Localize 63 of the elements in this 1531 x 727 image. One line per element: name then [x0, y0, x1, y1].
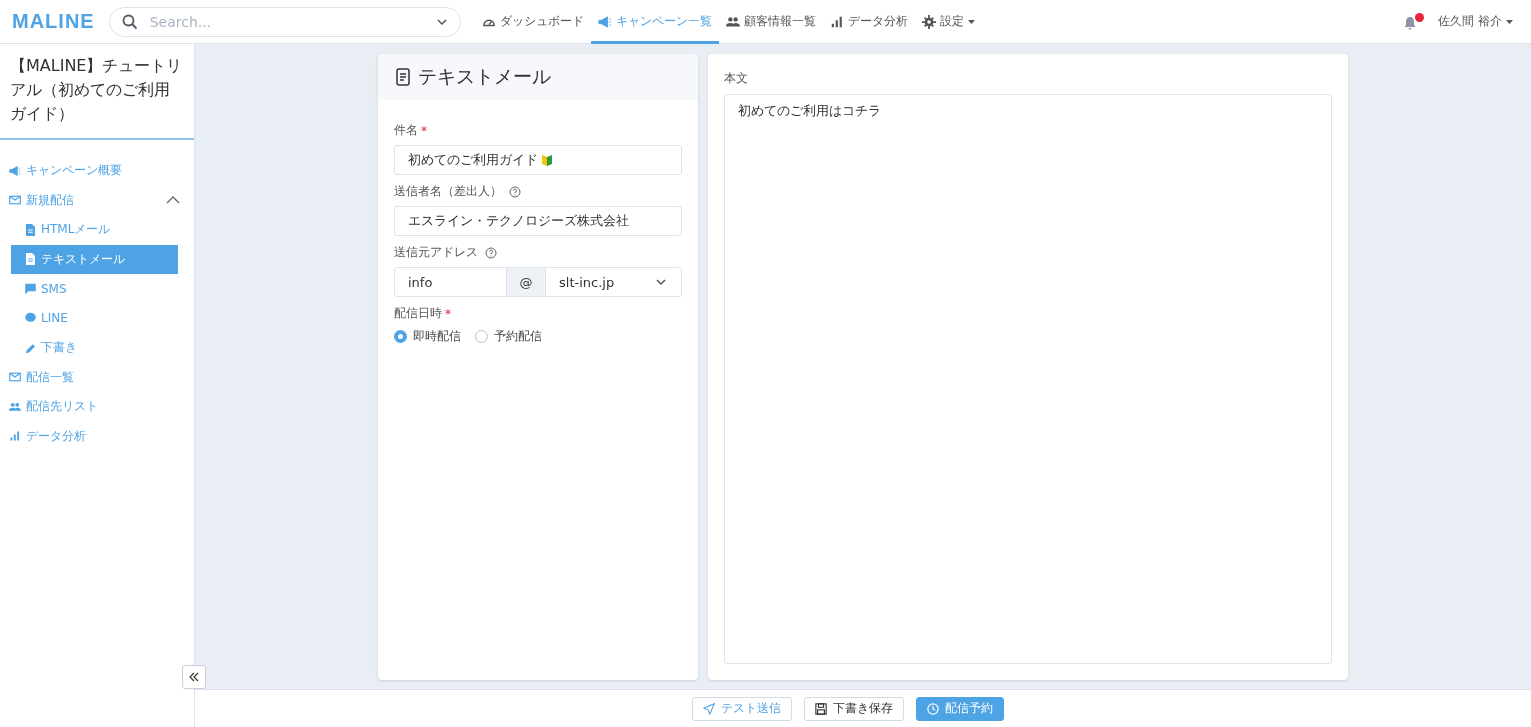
sidebar-subitem[interactable]: SMS: [11, 274, 178, 304]
action-button[interactable]: テスト送信: [692, 696, 792, 721]
megaphone-icon: [597, 14, 612, 29]
mail-icon: [9, 194, 21, 207]
subject-field[interactable]: 初めてのご利用ガイド: [394, 145, 682, 175]
collapse-sidebar-button[interactable]: [182, 665, 206, 689]
notification-bell[interactable]: [1403, 13, 1425, 30]
sender-name-field[interactable]: エスライン・テクノロジーズ株式会社: [394, 206, 682, 236]
people-icon: [9, 400, 21, 413]
doc-icon: [25, 223, 36, 236]
search-icon: [121, 13, 138, 30]
field-label: 送信者名（差出人）: [394, 183, 502, 200]
chevron-down-icon: [435, 17, 448, 26]
help-icon[interactable]: [485, 246, 497, 259]
doc-icon: [25, 253, 36, 266]
nav-tab[interactable]: キャンペーン一覧: [590, 0, 719, 44]
field-label: 送信元アドレス: [394, 244, 478, 261]
sidebar-item[interactable]: 配信先リスト: [0, 392, 194, 422]
radio-label: 即時配信: [413, 328, 461, 345]
bars-icon: [9, 430, 21, 443]
radio-button[interactable]: [394, 330, 407, 343]
sidebar-item[interactable]: 配信一覧: [0, 362, 194, 392]
campaign-title: 【MALINE】チュートリアル（初めてのご利用ガイド）: [0, 44, 194, 140]
radio-button[interactable]: [475, 330, 488, 343]
field-label: 件名: [394, 122, 418, 139]
chat-icon: [25, 282, 36, 295]
radio-label: 予約配信: [494, 328, 542, 345]
sidebar-subitem[interactable]: LINE: [11, 303, 178, 333]
megaphone-icon: [9, 164, 21, 177]
nav-tab[interactable]: 設定: [914, 0, 982, 44]
body-textarea[interactable]: 初めてのご利用はコチラ: [724, 94, 1332, 664]
card-title: テキストメール: [418, 64, 551, 89]
sidebar-item[interactable]: 新規配信: [0, 185, 194, 215]
mail-icon: [9, 371, 21, 384]
caret-icon: [967, 19, 975, 24]
nav-tab[interactable]: ダッシュボード: [474, 0, 591, 44]
double-chevron-left-icon: [189, 672, 199, 682]
bubble-icon: [25, 312, 36, 325]
required-mark: *: [445, 306, 451, 321]
nav-tab[interactable]: データ分析: [822, 0, 915, 44]
document-icon: [396, 68, 410, 86]
caret-icon: [1506, 19, 1513, 24]
beginner-mark-icon: [542, 154, 552, 166]
logo[interactable]: MALINE: [12, 10, 95, 33]
bars-icon: [829, 14, 844, 29]
action-button[interactable]: 下書き保存: [804, 696, 904, 721]
send-icon: [703, 702, 715, 715]
sidebar-item[interactable]: キャンペーン概要: [0, 156, 194, 186]
gear-icon: [921, 14, 936, 29]
nav-tab[interactable]: 顧客情報一覧: [718, 0, 823, 44]
field-label: 配信日時: [394, 305, 442, 322]
bell-icon: [1403, 16, 1418, 30]
people-icon: [725, 14, 740, 29]
sidebar-subitem[interactable]: HTMLメール: [11, 215, 178, 245]
user-menu[interactable]: 佐久間 裕介: [1438, 13, 1513, 30]
sidebar-subitem[interactable]: テキストメール: [11, 244, 178, 274]
help-icon[interactable]: [509, 185, 521, 198]
sidebar-item[interactable]: データ分析: [0, 421, 194, 451]
sidebar-subitem[interactable]: 下書き: [11, 333, 178, 363]
field-label: 本文: [724, 70, 749, 87]
clock-icon: [927, 702, 939, 715]
action-button[interactable]: 配信予約: [916, 696, 1004, 721]
required-mark: *: [421, 123, 427, 138]
